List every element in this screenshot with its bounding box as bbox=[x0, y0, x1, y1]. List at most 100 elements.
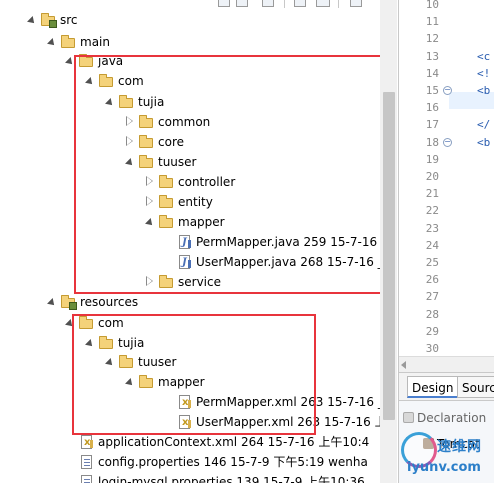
xml-file-icon bbox=[176, 393, 192, 413]
tree-item-label: tujia bbox=[138, 95, 165, 109]
expanded-arrow-icon[interactable] bbox=[124, 372, 136, 392]
tab-source[interactable]: Sourc bbox=[457, 376, 494, 398]
folder-icon bbox=[158, 174, 174, 190]
java-file-icon bbox=[176, 233, 192, 253]
collapsed-arrow-icon[interactable] bbox=[144, 192, 156, 212]
line-number: 14 bbox=[425, 66, 439, 80]
tree-item-label: com bbox=[118, 74, 144, 88]
back-icon[interactable] bbox=[218, 0, 230, 7]
declaration-icon bbox=[403, 412, 414, 423]
tree-item-label: service bbox=[178, 275, 221, 289]
line-number: 12 bbox=[425, 32, 439, 46]
collapsed-arrow-icon[interactable] bbox=[144, 272, 156, 292]
declaration-label: Declaration bbox=[417, 411, 487, 425]
folder-icon bbox=[138, 134, 154, 150]
tree-item-label: controller bbox=[178, 175, 236, 189]
tree-item-label: mapper bbox=[158, 375, 205, 389]
tree-item-label: PermMapper.xml 263 15-7-16 _ bbox=[196, 395, 384, 409]
tree-item-label: login-mysql.properties 139 15-7-9 上午10:3… bbox=[98, 475, 365, 483]
collapsed-arrow-icon[interactable] bbox=[124, 112, 136, 132]
line-number: 30 bbox=[425, 342, 439, 355]
collapsed-arrow-icon[interactable] bbox=[124, 132, 136, 152]
code-line[interactable]: </ bbox=[477, 116, 490, 133]
expanded-arrow-icon[interactable] bbox=[104, 352, 116, 372]
tree-item-label: java bbox=[98, 54, 124, 68]
view-menu-icon[interactable] bbox=[316, 0, 330, 7]
fold-toggle-icon[interactable]: − bbox=[443, 137, 452, 147]
expanded-arrow-icon[interactable] bbox=[84, 333, 96, 353]
tree-scrollbar-thumb[interactable] bbox=[383, 92, 395, 420]
tab-declaration[interactable]: Declaration bbox=[403, 409, 486, 427]
tree-item-label: core bbox=[158, 135, 184, 149]
expanded-arrow-icon[interactable] bbox=[124, 152, 136, 172]
watermark-cn-text: 速维网 bbox=[437, 439, 482, 455]
code-line[interactable]: <b bbox=[477, 82, 490, 99]
tree-item-label: PermMapper.java 259 15-7-16 _ bbox=[196, 235, 387, 249]
expanded-arrow-icon[interactable] bbox=[64, 51, 76, 71]
folder-icon bbox=[118, 94, 134, 110]
editor-text-area[interactable]: 10 11 12 13 14 15−16 17 18−19 20 21 22 23 24 25 26 27 28… bbox=[399, 0, 494, 372]
watermark-url: iyunv.com bbox=[407, 460, 481, 475]
line-number-gutter: 10 11 12 13 14 15−16 17 18−19 20 21 22 23 24 25 26 27 28… bbox=[403, 0, 452, 372]
line-number: 19 bbox=[425, 152, 439, 166]
expanded-arrow-icon[interactable] bbox=[46, 292, 58, 312]
expanded-arrow-icon[interactable] bbox=[84, 71, 96, 91]
code-line[interactable]: <b bbox=[477, 134, 490, 151]
tree-item-label: tuuser bbox=[138, 355, 177, 369]
folder-icon bbox=[138, 154, 154, 170]
watermark: 速维网 iyunv.com bbox=[395, 430, 494, 483]
line-number: 28 bbox=[425, 307, 439, 321]
folder-icon bbox=[158, 274, 174, 290]
code-line[interactable]: <! bbox=[477, 65, 490, 82]
tree-item-label: mapper bbox=[178, 215, 225, 229]
line-number: 16 bbox=[425, 101, 439, 115]
folder-icon bbox=[158, 194, 174, 210]
forward-icon[interactable] bbox=[236, 0, 248, 7]
line-number: 24 bbox=[425, 238, 439, 252]
folder-icon bbox=[138, 114, 154, 130]
line-number: 25 bbox=[425, 256, 439, 269]
file-icon bbox=[78, 454, 94, 470]
expanded-arrow-icon[interactable] bbox=[64, 313, 76, 333]
link-editor-icon[interactable] bbox=[294, 0, 306, 7]
editor-horizontal-scrollbar[interactable] bbox=[399, 356, 494, 372]
tab-design[interactable]: Design bbox=[407, 376, 459, 398]
file-icon bbox=[78, 474, 94, 483]
line-number: 10 bbox=[425, 0, 439, 11]
folder-icon bbox=[98, 335, 114, 351]
line-number: 29 bbox=[425, 324, 439, 338]
code-line[interactable]: <c bbox=[477, 48, 490, 65]
xml-editor: 10 11 12 13 14 15−16 17 18−19 20 21 22 23 24 25 26 27 28… bbox=[398, 0, 494, 483]
expanded-arrow-icon[interactable] bbox=[46, 32, 58, 52]
collapsed-arrow-icon[interactable] bbox=[144, 172, 156, 192]
tree-item-label: resources bbox=[80, 295, 139, 309]
source-folder-icon bbox=[40, 12, 57, 28]
editor-mode-tabs: Design Sourc bbox=[399, 372, 494, 400]
line-number: 17 bbox=[425, 118, 439, 132]
minimize-icon[interactable] bbox=[350, 0, 362, 7]
xml-file-icon bbox=[176, 413, 192, 433]
line-number: 20 bbox=[425, 170, 439, 183]
scroll-left-icon[interactable] bbox=[401, 361, 406, 369]
line-number: 23 bbox=[425, 221, 439, 235]
line-number: 22 bbox=[425, 204, 439, 218]
line-number: 11 bbox=[425, 15, 439, 29]
expanded-arrow-icon[interactable] bbox=[26, 10, 38, 30]
java-file-icon bbox=[176, 253, 192, 273]
tree-item-label: UserMapper.xml 263 15-7-16 上 bbox=[196, 415, 387, 429]
line-number: 21 bbox=[425, 187, 439, 201]
line-number: 26 bbox=[425, 273, 439, 287]
tree-item-label: src bbox=[60, 13, 78, 27]
collapse-all-icon[interactable] bbox=[262, 0, 274, 7]
expanded-arrow-icon[interactable] bbox=[144, 212, 156, 232]
folder-icon bbox=[138, 374, 154, 390]
line-number: 13 bbox=[425, 49, 439, 63]
fold-toggle-icon[interactable]: − bbox=[443, 86, 452, 95]
folder-icon bbox=[78, 315, 94, 331]
expanded-arrow-icon[interactable] bbox=[104, 92, 116, 112]
tree-item-label: common bbox=[158, 115, 211, 129]
tree-item-label: entity bbox=[178, 195, 213, 209]
line-number: 18 bbox=[425, 135, 439, 149]
tree-item-label: applicationContext.xml 264 15-7-16 上午10:… bbox=[98, 435, 370, 449]
line-number: 27 bbox=[425, 290, 439, 304]
